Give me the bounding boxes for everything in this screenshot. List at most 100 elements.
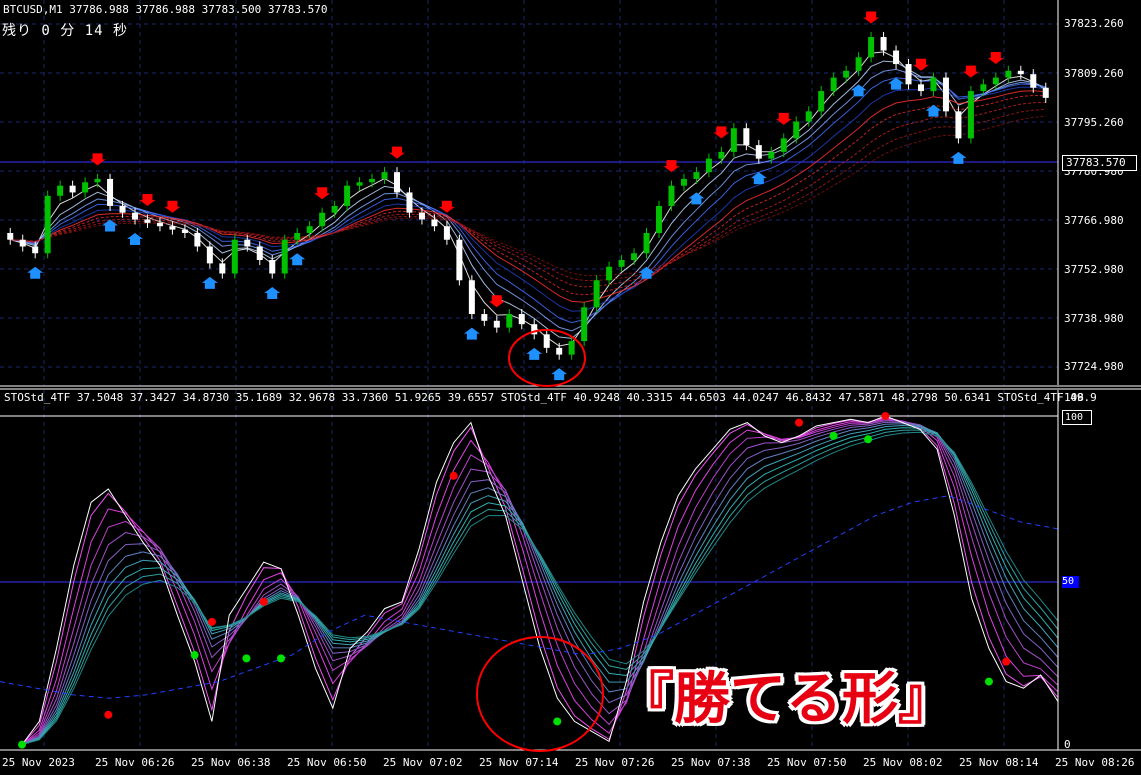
osc-label-50: 50 xyxy=(1062,576,1079,588)
candle-body xyxy=(119,205,126,213)
up-arrow-icon xyxy=(201,276,218,289)
up-arrow-icon xyxy=(463,327,480,340)
candle-body xyxy=(1030,74,1037,88)
green-signal-dot xyxy=(277,654,285,663)
candle-timer: 残り 0 分 14 秒 xyxy=(2,23,129,39)
candle-body xyxy=(780,138,787,152)
candle-body xyxy=(169,226,176,230)
price-ma-line xyxy=(10,68,1046,332)
candle-body xyxy=(843,70,850,78)
candle-body xyxy=(967,91,974,139)
candle-body xyxy=(231,239,238,274)
candle-body xyxy=(818,91,825,112)
up-arrow-icon xyxy=(102,219,119,232)
candle-body xyxy=(955,111,962,139)
price-label-1: 37809.260 xyxy=(1064,67,1124,80)
candle-body xyxy=(793,121,800,139)
candle-body xyxy=(868,37,875,58)
candle-body xyxy=(755,145,762,159)
price-ma-line xyxy=(10,51,1047,347)
candle-body xyxy=(656,205,662,233)
candle-body xyxy=(82,182,89,193)
candle-body xyxy=(32,246,39,254)
price-label-4: 37766.980 xyxy=(1064,214,1124,227)
candle-body xyxy=(830,77,837,92)
down-arrow-icon xyxy=(488,295,505,308)
price-label-6: 37738.980 xyxy=(1064,312,1124,325)
trading-chart[interactable] xyxy=(0,0,1141,775)
candle-body xyxy=(930,77,937,92)
up-arrow-icon xyxy=(688,192,705,205)
candle-body xyxy=(107,178,114,206)
candle-body xyxy=(244,239,251,247)
time-label-10: 25 Nov 08:14 xyxy=(959,756,1039,769)
candle-body xyxy=(631,253,638,260)
osc-label-top: 108 xyxy=(1064,391,1084,404)
candle-body xyxy=(942,77,949,112)
up-arrow-icon xyxy=(127,232,143,245)
price-label-0: 37823.260 xyxy=(1064,17,1124,30)
candle-body xyxy=(281,239,288,274)
candle-body xyxy=(57,185,64,196)
time-label-8: 25 Nov 07:50 xyxy=(767,756,847,769)
candle-body xyxy=(269,260,276,274)
down-arrow-icon xyxy=(139,193,156,206)
candle-body xyxy=(456,239,463,281)
down-arrow-icon xyxy=(962,65,979,78)
green-signal-dot xyxy=(984,677,993,686)
red-signal-dot xyxy=(449,471,458,480)
candle-body xyxy=(394,172,400,193)
down-arrow-icon xyxy=(863,11,880,24)
red-signal-dot xyxy=(1002,657,1011,666)
down-arrow-icon xyxy=(987,52,1004,65)
chart-grid xyxy=(0,0,1058,748)
candle-body xyxy=(506,314,513,328)
candle-body xyxy=(980,84,987,92)
candle-body xyxy=(768,151,775,159)
candle-body xyxy=(356,182,363,186)
candle-body xyxy=(718,151,725,159)
candle-body xyxy=(69,185,76,193)
candle-body xyxy=(206,246,213,264)
down-arrow-icon xyxy=(164,200,181,213)
candle-body xyxy=(294,232,301,240)
candle-body xyxy=(568,341,575,355)
time-label-7: 25 Nov 07:38 xyxy=(671,756,751,769)
up-arrow-icon xyxy=(264,287,281,300)
candle-body xyxy=(194,232,201,247)
red-signal-dot xyxy=(104,710,113,719)
candle-body xyxy=(418,212,425,220)
candle-body xyxy=(7,232,14,240)
candle-body xyxy=(805,111,812,122)
down-arrow-icon xyxy=(314,187,331,200)
green-signal-dot xyxy=(829,431,838,440)
candle-body xyxy=(1017,70,1024,75)
price-label-7: 37724.980 xyxy=(1064,360,1124,373)
candle-body xyxy=(743,128,750,146)
candle-body xyxy=(44,195,51,254)
candle-body xyxy=(581,307,588,342)
price-ma-line xyxy=(10,60,1046,339)
highlight-circle-osc xyxy=(476,636,604,752)
candle-body xyxy=(606,266,613,281)
candle-body xyxy=(431,219,438,227)
price-label-2: 37795.260 xyxy=(1064,116,1124,129)
candle-body xyxy=(132,212,138,220)
price-ma-line xyxy=(10,115,1046,277)
candle-body xyxy=(593,280,600,308)
candle-body xyxy=(156,222,163,227)
price-ma-line xyxy=(10,86,1046,312)
candle-body xyxy=(556,347,563,355)
candle-body xyxy=(181,229,188,233)
caption-winning-shape: 『勝てる形』 xyxy=(618,667,954,732)
candle-body xyxy=(381,172,388,179)
green-signal-dot xyxy=(864,435,873,444)
candle-body xyxy=(618,260,625,267)
current-price-badge: 37783.570 xyxy=(1062,155,1137,171)
price-ma-line xyxy=(10,101,1046,288)
red-signal-dot xyxy=(259,597,268,606)
price-label-5: 37752.980 xyxy=(1064,263,1124,276)
candle-body xyxy=(705,158,712,173)
candle-body xyxy=(643,232,650,254)
price-ma-ribbon xyxy=(10,51,1047,347)
